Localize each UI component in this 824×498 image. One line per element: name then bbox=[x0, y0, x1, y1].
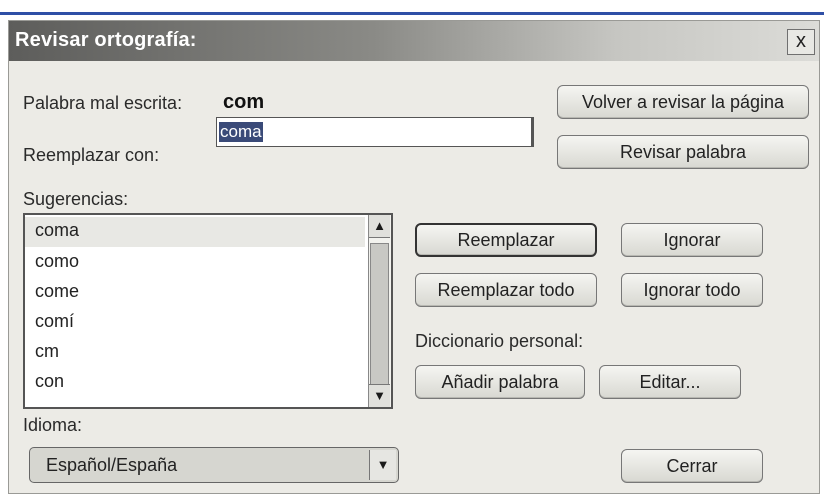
dialog-title: Revisar ortografía: bbox=[15, 29, 197, 51]
recheck-page-button[interactable]: Volver a revisar la página bbox=[557, 85, 809, 119]
language-label: Idioma: bbox=[23, 415, 83, 435]
replace-all-button[interactable]: Reemplazar todo bbox=[415, 273, 597, 307]
misspelled-word: com bbox=[223, 91, 265, 113]
suggestions-list[interactable]: coma como come comí cm con ▲ ▼ bbox=[23, 213, 393, 409]
list-item[interactable]: con bbox=[35, 371, 64, 392]
top-accent-band bbox=[0, 0, 824, 15]
replace-with-label: Reemplazar con: bbox=[23, 145, 160, 165]
scroll-down-arrow-icon[interactable]: ▼ bbox=[369, 384, 390, 407]
ignore-all-button[interactable]: Ignorar todo bbox=[621, 273, 763, 307]
misspelled-label: Palabra mal escrita: bbox=[23, 93, 183, 113]
close-button[interactable]: Cerrar bbox=[621, 449, 763, 483]
ignore-button[interactable]: Ignorar bbox=[621, 223, 763, 257]
list-item-label: coma bbox=[35, 220, 80, 240]
chevron-down-icon[interactable]: ▼ bbox=[369, 450, 396, 480]
replace-with-value: coma bbox=[219, 122, 263, 142]
language-select[interactable]: Español/España ▼ bbox=[29, 447, 399, 483]
spellcheck-dialog: Revisar ortografía: x Palabra mal escrit… bbox=[8, 20, 820, 494]
list-item[interactable]: cm bbox=[35, 341, 59, 362]
suggestions-scrollbar[interactable]: ▲ ▼ bbox=[368, 215, 391, 407]
personal-dictionary-label: Diccionario personal: bbox=[415, 331, 584, 351]
list-item[interactable]: como bbox=[35, 251, 79, 272]
scrollbar-thumb[interactable] bbox=[370, 243, 389, 393]
edit-button[interactable]: Editar... bbox=[599, 365, 741, 399]
close-icon[interactable]: x bbox=[787, 29, 815, 55]
list-item[interactable]: coma bbox=[25, 217, 365, 247]
language-value: Español/España bbox=[46, 455, 178, 475]
suggestions-label: Sugerencias: bbox=[23, 189, 129, 209]
replace-button[interactable]: Reemplazar bbox=[415, 223, 597, 257]
list-item[interactable]: come bbox=[35, 281, 79, 302]
check-word-button[interactable]: Revisar palabra bbox=[557, 135, 809, 169]
replace-with-input[interactable]: coma bbox=[216, 117, 534, 147]
scroll-up-arrow-icon[interactable]: ▲ bbox=[369, 215, 390, 238]
add-word-button[interactable]: Añadir palabra bbox=[415, 365, 585, 399]
title-bar[interactable]: Revisar ortografía: x bbox=[9, 21, 819, 61]
list-item[interactable]: comí bbox=[35, 311, 74, 332]
